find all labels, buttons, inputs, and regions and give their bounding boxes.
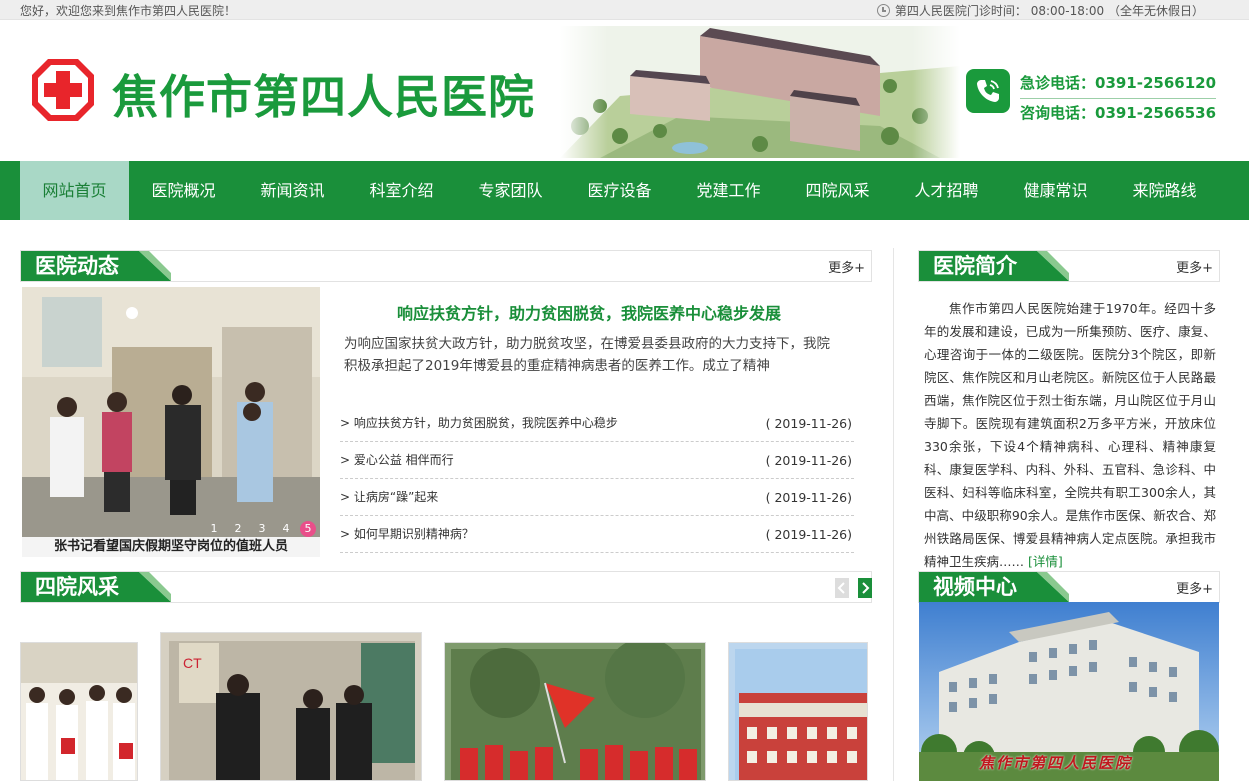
gallery-next-button[interactable] <box>858 578 872 598</box>
video-section-header: 视频中心 更多+ <box>918 571 1220 603</box>
news-item-title[interactable]: > 如何早期识别精神病？ <box>340 516 474 553</box>
column-divider <box>893 248 894 781</box>
news-section-header: 医院动态 更多+ <box>20 250 872 282</box>
gallery-photo-3[interactable] <box>444 642 706 781</box>
intro-body: 焦作市第四人民医院始建于1970年。经四十多年的发展和建设，已成为一所集预防、医… <box>924 301 1216 569</box>
intro-detail-link[interactable]: [详情] <box>1028 554 1063 569</box>
top-bar: 您好，欢迎您来到焦作市第四人民医院！ 第四人民医院门诊时间： 08:00-18:… <box>0 0 1249 20</box>
nav-item-overview[interactable]: 医院概况 <box>129 161 238 220</box>
emergency-phone: 急诊电话：0391-2566120 <box>1020 69 1217 99</box>
contact-phones: 急诊电话：0391-2566120 咨询电话：0391-2566536 <box>1020 69 1217 127</box>
list-item[interactable]: > 爱心公益 相伴而行 ( 2019-11-26) <box>340 442 854 479</box>
hospital-intro-text: 焦作市第四人民医院始建于1970年。经四十多年的发展和建设，已成为一所集预防、医… <box>924 297 1216 573</box>
news-list: > 响应扶贫方针，助力贫困脱贫，我院医养中心稳步 ( 2019-11-26) > … <box>340 405 854 553</box>
main-nav: 网站首页 医院概况 新闻资讯 科室介绍 专家团队 医疗设备 党建工作 四院风采 … <box>0 161 1249 220</box>
news-item-title[interactable]: > 响应扶贫方针，助力贫困脱贫，我院医养中心稳步 <box>340 405 618 442</box>
gallery-photo-4[interactable] <box>728 642 868 781</box>
phone-icon <box>966 69 1010 113</box>
video-banner-text: 焦作市第四人民医院 <box>979 754 1133 772</box>
news-section-title: 医院动态 <box>35 254 119 278</box>
clinic-hours: 第四人民医院门诊时间： 08:00-18:00 （全年无休假日） <box>876 2 1204 19</box>
news-summary: 为响应国家扶贫大政方针，助力脱贫攻坚，在博爱县委县政府的大力支持下，我院积极承担… <box>344 336 830 374</box>
news-headline[interactable]: 响应扶贫方针，助力贫困脱贫，我院医养中心稳步发展 <box>344 300 834 324</box>
nav-item-home[interactable]: 网站首页 <box>20 161 129 220</box>
gallery-section-title: 四院风采 <box>35 575 119 599</box>
nav-item-departments[interactable]: 科室介绍 <box>347 161 456 220</box>
video-more-link[interactable]: 更多+ <box>1176 578 1213 597</box>
carousel-dot-5[interactable]: 5 <box>300 521 316 537</box>
list-item[interactable]: > 让病房“躁”起来 ( 2019-11-26) <box>340 479 854 516</box>
news-more-link[interactable]: 更多+ <box>828 257 865 276</box>
news-item-title[interactable]: > 让病房“躁”起来 <box>340 479 438 516</box>
clock-icon <box>876 4 890 17</box>
nav-item-directions[interactable]: 来院路线 <box>1110 161 1219 220</box>
carousel-dot-1[interactable]: 1 <box>204 521 224 537</box>
consult-phone: 咨询电话：0391-2566536 <box>1020 104 1217 122</box>
red-cross-logo-icon[interactable] <box>28 55 98 125</box>
carousel-dots: 1 2 3 4 5 <box>204 521 316 537</box>
carousel-dot-3[interactable]: 3 <box>252 521 272 537</box>
news-carousel[interactable]: 1 2 3 4 5 <box>22 287 320 537</box>
list-item[interactable]: > 响应扶贫方针，助力贫困脱贫，我院医养中心稳步 ( 2019-11-26) <box>340 405 854 442</box>
news-item-date: ( 2019-11-26) <box>765 490 852 505</box>
carousel-dot-4[interactable]: 4 <box>276 521 296 537</box>
intro-section-title: 医院简介 <box>933 254 1017 278</box>
welcome-text: 您好，欢迎您来到焦作市第四人民医院！ <box>20 4 237 18</box>
hospital-aerial-photo <box>560 26 960 158</box>
news-item-date: ( 2019-11-26) <box>765 416 852 431</box>
nav-item-equipment[interactable]: 医疗设备 <box>565 161 674 220</box>
site-name[interactable]: 焦作市第四人民医院 <box>112 61 535 127</box>
carousel-dot-2[interactable]: 2 <box>228 521 248 537</box>
news-carousel-caption[interactable]: 张书记看望国庆假期坚守岗位的值班人员 <box>22 537 320 557</box>
news-carousel-photo <box>22 287 320 537</box>
gallery-photo-2[interactable]: CT <box>160 632 422 781</box>
intro-section-header: 医院简介 更多+ <box>918 250 1220 282</box>
svg-text:CT: CT <box>183 655 202 671</box>
clinic-hours-text: 第四人民医院门诊时间： 08:00-18:00 （全年无休假日） <box>894 4 1204 18</box>
gallery-section-header: 四院风采 <box>20 571 872 603</box>
gallery-photo-1[interactable] <box>20 642 138 781</box>
chevron-right-icon <box>862 582 870 594</box>
list-item[interactable]: > 如何早期识别精神病？ ( 2019-11-26) <box>340 516 854 553</box>
nav-item-health[interactable]: 健康常识 <box>1001 161 1110 220</box>
nav-item-party[interactable]: 党建工作 <box>674 161 783 220</box>
news-item-date: ( 2019-11-26) <box>765 527 852 542</box>
nav-item-recruitment[interactable]: 人才招聘 <box>892 161 1001 220</box>
video-player[interactable]: 焦作市第四人民医院 <box>919 602 1219 781</box>
news-item-date: ( 2019-11-26) <box>765 453 852 468</box>
site-header: 焦作市第四人民医院 急诊电话：0391-2566120 咨询电话：0391-25… <box>0 21 1249 161</box>
video-section-title: 视频中心 <box>933 575 1017 599</box>
nav-item-news[interactable]: 新闻资讯 <box>238 161 347 220</box>
gallery-prev-button[interactable] <box>835 578 849 598</box>
nav-item-gallery[interactable]: 四院风采 <box>783 161 892 220</box>
nav-item-experts[interactable]: 专家团队 <box>456 161 565 220</box>
chevron-left-icon <box>837 582 845 594</box>
news-item-title[interactable]: > 爱心公益 相伴而行 <box>340 442 454 479</box>
intro-more-link[interactable]: 更多+ <box>1176 257 1213 276</box>
